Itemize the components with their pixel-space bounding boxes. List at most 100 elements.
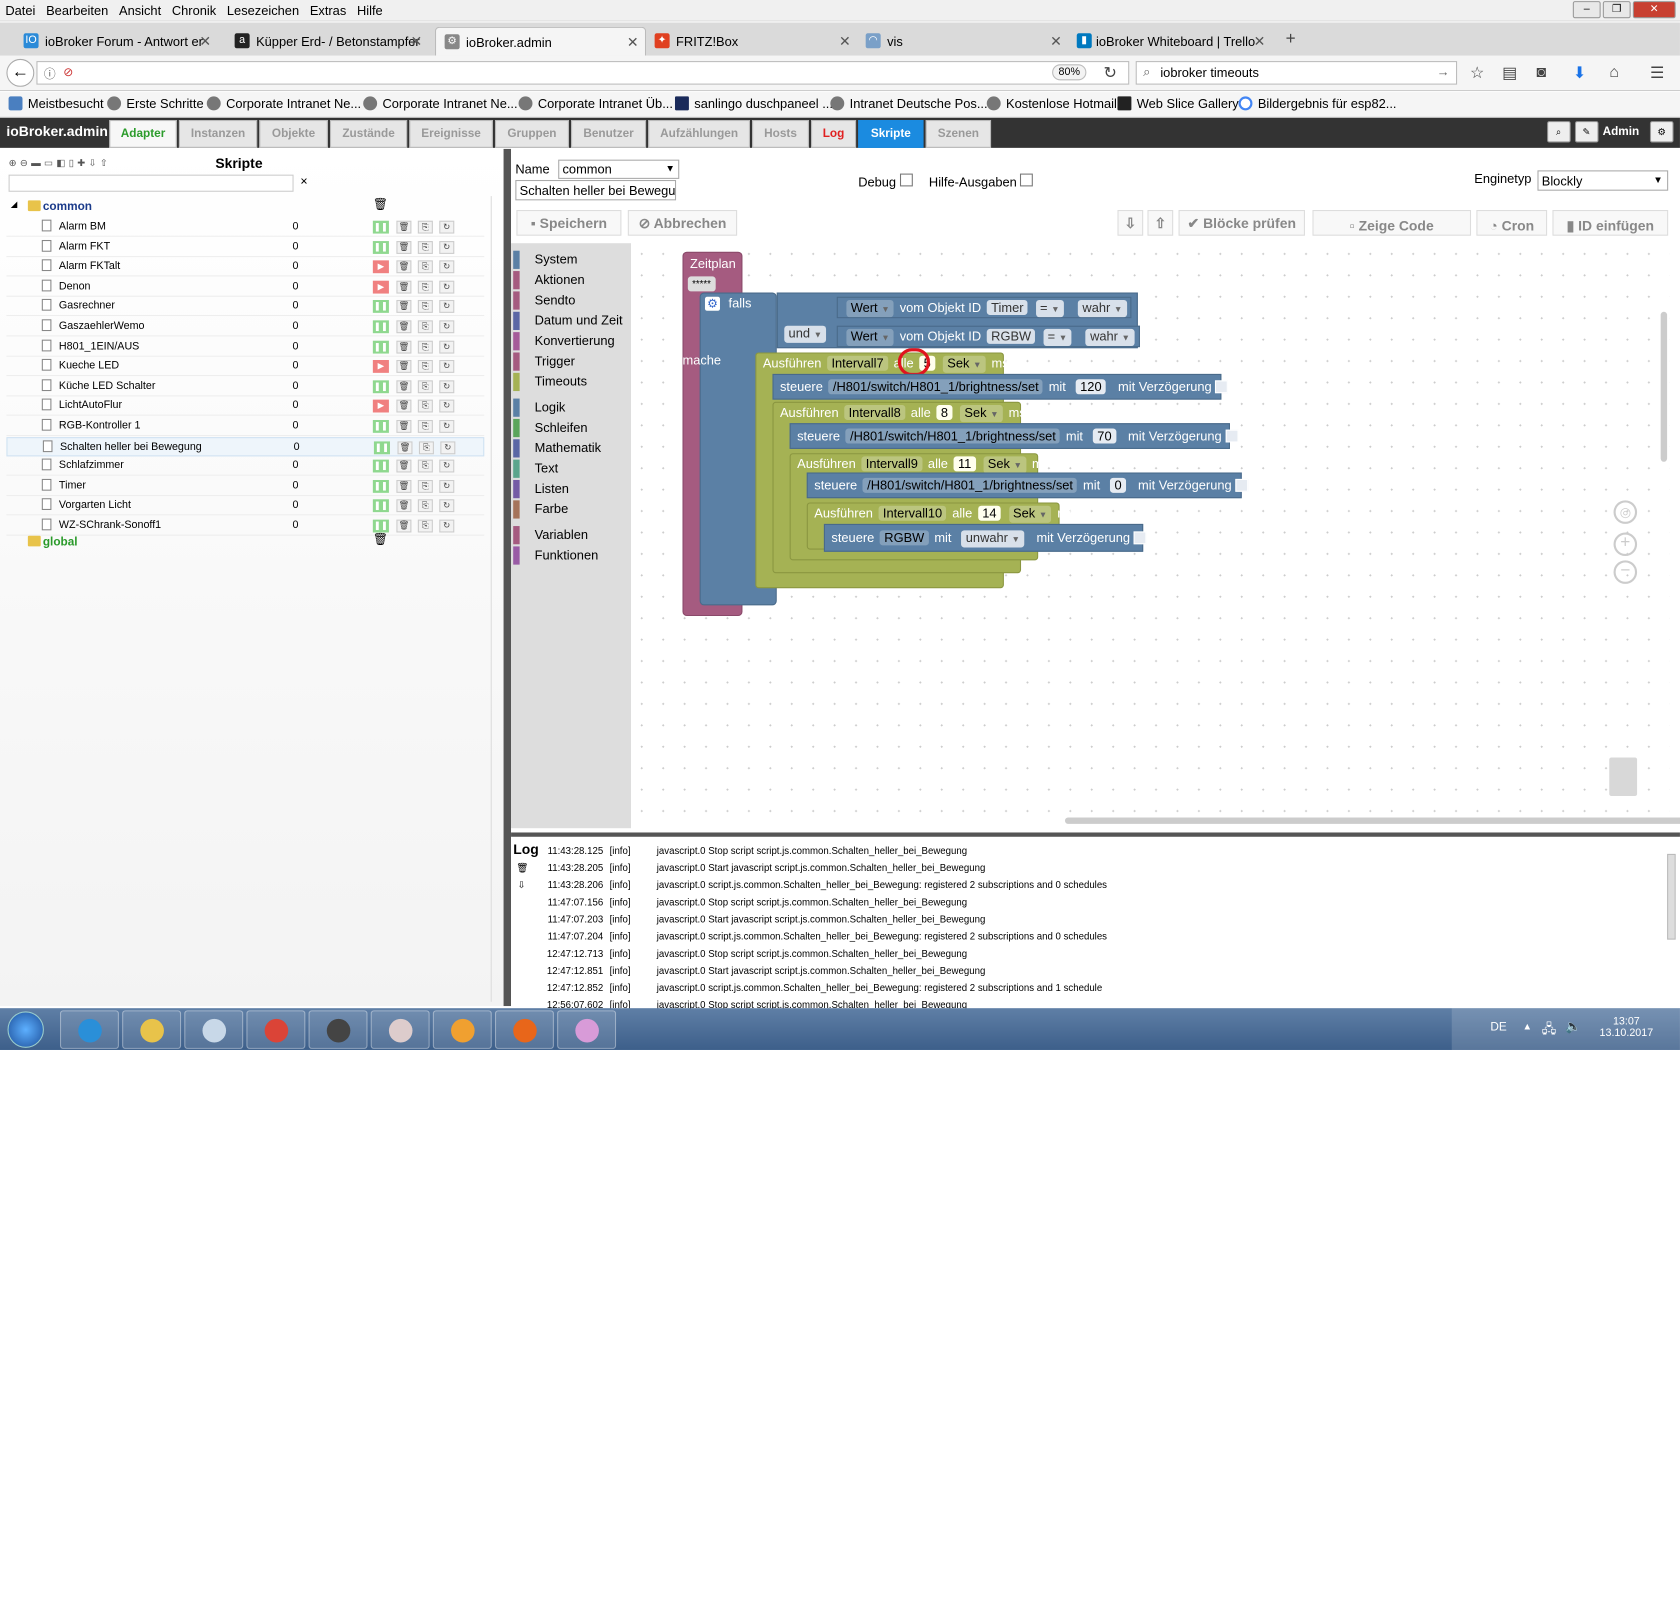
panel-splitter[interactable] — [503, 148, 512, 1007]
tab-fritzbox[interactable]: ✦ FRITZ!Box ✕ — [646, 27, 857, 56]
delay-checkbox[interactable] — [1235, 478, 1249, 492]
bookmark-hotmail[interactable]: Kostenlose Hotmail — [986, 96, 1117, 111]
boolean-dropdown[interactable]: wahr ▼ — [1085, 328, 1135, 347]
script-row[interactable]: RGB-Kontroller 1 0 ❚❚ 🗑 ⎘ ↻ — [6, 417, 485, 437]
pause-icon[interactable]: ❚❚ — [372, 499, 389, 513]
copy-icon[interactable]: ⎘ — [417, 419, 433, 433]
taskbar-app[interactable] — [122, 1010, 182, 1049]
url-bar[interactable]: ⓘ ⊘ — [36, 61, 1130, 85]
toolbox-category-listen[interactable]: Listen — [511, 479, 631, 499]
delete-icon[interactable]: 🗑 — [396, 240, 412, 254]
menu-hilfe[interactable]: Hilfe — [352, 0, 388, 18]
search-input[interactable]: ⌕ iobroker timeouts → — [1135, 61, 1458, 85]
delete-log-icon[interactable]: 🗑 — [516, 862, 528, 874]
pause-icon[interactable]: ❚❚ — [372, 459, 389, 473]
bookmark-star-icon[interactable]: ☆ — [1470, 63, 1484, 82]
pocket-icon[interactable]: ◙ — [1536, 63, 1546, 81]
compare-block-1[interactable]: Wert ▼ vom Objekt ID Timer = ▼ wahr ▼ — [836, 296, 1132, 319]
close-tab-icon[interactable]: ✕ — [627, 34, 639, 51]
restart-icon[interactable]: ↻ — [439, 519, 455, 533]
reload-icon[interactable]: ↻ — [1104, 63, 1117, 82]
path-field[interactable]: /H801/switch/H801_1/brightness/set — [828, 379, 1043, 395]
log-scrollbar[interactable] — [1667, 853, 1676, 940]
toolbox-category-variablen[interactable]: Variablen — [511, 525, 631, 545]
menu-chronik[interactable]: Chronik — [167, 0, 222, 18]
pause-icon[interactable]: ❚❚ — [372, 380, 389, 393]
menu-datei[interactable]: Datei — [0, 0, 41, 18]
download-icon[interactable]: ⬇ — [1573, 63, 1586, 82]
toolbox-category-konvertierung[interactable]: Konvertierung — [511, 331, 631, 351]
script-row[interactable]: Kueche LED 0 ▶ 🗑 ⎘ ↻ — [6, 357, 485, 377]
unit-dropdown[interactable]: Sek ▼ — [960, 404, 1003, 423]
play-icon[interactable]: ▶ — [372, 400, 389, 413]
folder-global[interactable]: global 🗑 — [6, 532, 484, 551]
delete-icon[interactable]: 🗑 — [373, 197, 388, 211]
close-window-button[interactable]: ✕ — [1632, 1, 1676, 19]
unit-dropdown[interactable]: Sek ▼ — [1008, 505, 1052, 523]
check-blocks-button[interactable]: ✔ Blöcke prüfen — [1178, 209, 1305, 236]
clock[interactable]: 13:07 13.10.2017 — [1600, 1016, 1654, 1040]
value-dropdown[interactable]: Wert ▼ — [846, 328, 894, 347]
collapse-icon[interactable]: ⊖ — [20, 157, 31, 168]
search-icon[interactable]: ⌕ — [1546, 121, 1571, 143]
pause-icon[interactable]: ❚❚ — [372, 340, 389, 354]
restart-icon[interactable]: ↻ — [439, 280, 455, 294]
copy-icon[interactable]: ⎘ — [417, 360, 433, 374]
tab-iobroker-forum[interactable]: IO ioBroker Forum - Antwort er ✕ — [0, 27, 217, 56]
export-icon[interactable]: ⇩ — [89, 157, 100, 168]
copy-icon[interactable]: ⎘ — [417, 499, 433, 513]
delete-icon[interactable]: 🗑 — [396, 519, 412, 533]
trash-icon[interactable] — [1609, 757, 1638, 797]
delete-icon[interactable]: 🗑 — [396, 459, 412, 473]
taskbar-app[interactable] — [184, 1010, 244, 1049]
interval-name-field[interactable]: Intervall9 — [861, 456, 923, 472]
close-tab-icon[interactable]: ✕ — [1050, 33, 1062, 50]
restart-icon[interactable]: ↻ — [439, 419, 455, 433]
script-row[interactable]: Denon 0 ▶ 🗑 ⎘ ↻ — [6, 277, 485, 297]
maximize-button[interactable]: ❐ — [1602, 1, 1631, 19]
toolbox-category-logik[interactable]: Logik — [511, 397, 631, 417]
language-indicator[interactable]: DE — [1490, 1021, 1506, 1034]
restart-icon[interactable]: ↻ — [440, 440, 456, 454]
pause-icon[interactable]: ❚❚ — [372, 300, 389, 314]
back-button[interactable]: ← — [6, 58, 35, 87]
copy-icon[interactable]: ⎘ — [417, 340, 433, 354]
bookmark-google[interactable]: Bildergebnis für esp82... — [1238, 96, 1396, 111]
debug-checkbox[interactable] — [899, 173, 913, 187]
script-row[interactable]: Schlafzimmer 0 ❚❚ 🗑 ⎘ ↻ — [6, 457, 485, 476]
menu-extras[interactable]: Extras — [304, 0, 351, 18]
delete-icon[interactable]: 🗑 — [396, 260, 412, 274]
taskbar-app[interactable] — [557, 1010, 617, 1049]
tab-ereignisse[interactable]: Ereignisse — [409, 119, 493, 148]
scripts-scrollbar[interactable] — [490, 196, 502, 1002]
script-row[interactable]: H801_1EIN/AUS 0 ❚❚ 🗑 ⎘ ↻ — [6, 337, 485, 357]
tab-iobroker-admin[interactable]: ⚙ ioBroker.admin ✕ — [434, 26, 647, 56]
reading-list-icon[interactable]: ▤ — [1502, 63, 1517, 82]
delete-icon[interactable]: 🗑 — [396, 380, 412, 393]
cron-button[interactable]: ◔ Cron — [1476, 209, 1548, 236]
script-row[interactable]: Küche LED Schalter 0 ❚❚ 🗑 ⎘ ↻ — [6, 377, 485, 397]
bookmark-intranet-post[interactable]: Intranet Deutsche Pos... — [830, 96, 988, 111]
hilfe-checkbox[interactable] — [1019, 173, 1033, 187]
cancel-button[interactable]: ⊘ Abbrechen — [627, 209, 738, 236]
script-row[interactable]: LichtAutoFlur 0 ▶ 🗑 ⎘ ↻ — [6, 397, 485, 417]
tab-log[interactable]: Log — [811, 119, 857, 148]
unit-dropdown[interactable]: Sek ▼ — [942, 355, 986, 373]
pause-icon[interactable]: ❚❚ — [372, 240, 389, 254]
tray-arrow-icon[interactable]: ▲ — [1522, 1021, 1532, 1032]
toolbox-category-mathematik[interactable]: Mathematik — [511, 438, 631, 458]
interval-name-field[interactable]: Intervall7 — [827, 355, 888, 371]
bookmark-meistbesucht[interactable]: Meistbesucht — [8, 96, 104, 111]
tab-vis[interactable]: ◠ vis ✕ — [857, 27, 1068, 56]
script-row[interactable]: GaszaehlerWemo 0 ❚❚ 🗑 ⎘ ↻ — [6, 317, 485, 337]
control-block-2[interactable]: steuere /H801/switch/H801_1/brightness/s… — [789, 423, 1239, 449]
import-icon[interactable]: ⇧ — [100, 157, 111, 168]
delay-checkbox[interactable] — [1215, 380, 1229, 394]
tab-aufzaehlungen[interactable]: Aufzählungen — [648, 119, 750, 148]
restart-icon[interactable]: ↻ — [439, 320, 455, 334]
delete-icon[interactable]: 🗑 — [373, 532, 388, 547]
open-folder-icon[interactable]: ▭ — [44, 157, 56, 168]
restart-icon[interactable]: ↻ — [439, 380, 455, 393]
toolbox-category-datum-und-zeit[interactable]: Datum und Zeit — [511, 311, 631, 331]
toolbox-category-farbe[interactable]: Farbe — [511, 499, 631, 519]
